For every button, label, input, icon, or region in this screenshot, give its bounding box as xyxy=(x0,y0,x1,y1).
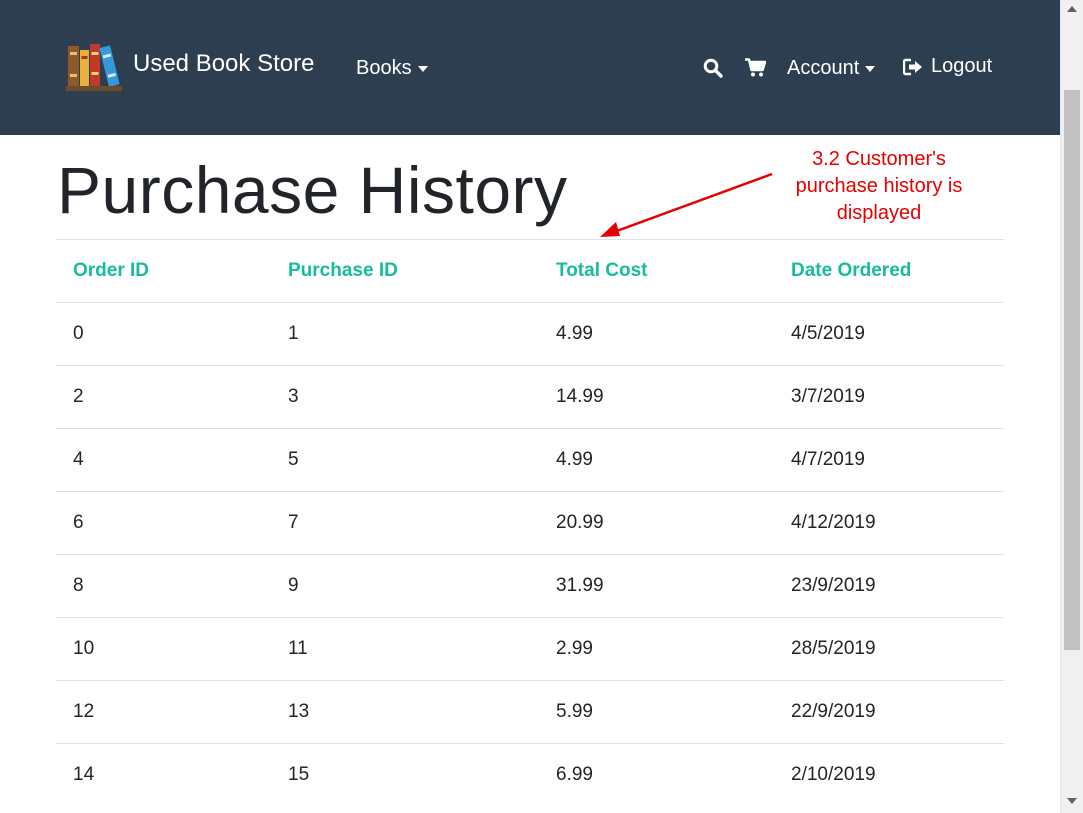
total-cost-cell: 14.99 xyxy=(539,365,774,429)
books-logo-icon xyxy=(66,44,122,91)
brand-link[interactable]: Used Book Store xyxy=(66,40,314,92)
purchase-id-cell: 7 xyxy=(271,491,539,555)
table-row: 4 5 4.99 4/7/2019 xyxy=(56,428,1004,492)
table-row: 14 15 6.99 2/10/2019 xyxy=(56,743,1004,806)
total-cost-cell: 5.99 xyxy=(539,680,774,744)
column-header-order-id[interactable]: Order ID xyxy=(56,239,271,303)
table-row: 0 1 4.99 4/5/2019 xyxy=(56,302,1004,366)
scroll-up-arrow-icon[interactable] xyxy=(1067,6,1077,12)
logout-link[interactable]: Logout xyxy=(903,55,992,78)
date-ordered-cell: 22/9/2019 xyxy=(774,680,1004,744)
logout-icon xyxy=(903,58,922,75)
total-cost-cell: 4.99 xyxy=(539,302,774,366)
navbar: Used Book Store Books Account Logout xyxy=(0,0,1060,135)
total-cost-cell: 20.99 xyxy=(539,491,774,555)
column-header-total-cost[interactable]: Total Cost xyxy=(539,239,774,303)
table-row: 12 13 5.99 22/9/2019 xyxy=(56,680,1004,744)
table-row: 2 3 14.99 3/7/2019 xyxy=(56,365,1004,429)
cart-button[interactable] xyxy=(745,58,766,77)
purchase-id-cell: 11 xyxy=(271,617,539,681)
order-id-cell: 10 xyxy=(56,617,271,681)
purchase-history-table: Order ID Purchase ID Total Cost Date Ord… xyxy=(56,239,1004,806)
order-id-cell: 6 xyxy=(56,491,271,555)
table-row: 6 7 20.99 4/12/2019 xyxy=(56,491,1004,555)
search-icon xyxy=(703,58,723,78)
account-dropdown-label: Account xyxy=(787,57,860,79)
chevron-down-icon xyxy=(865,65,876,72)
annotation-note: 3.2 Customer's purchase history is displ… xyxy=(795,148,963,224)
date-ordered-cell: 3/7/2019 xyxy=(774,365,1004,429)
logout-label: Logout xyxy=(931,55,993,77)
scroll-down-arrow-icon[interactable] xyxy=(1067,798,1077,804)
brand-name: Used Book Store xyxy=(133,50,315,77)
purchase-id-cell: 3 xyxy=(271,365,539,429)
column-header-date-ordered[interactable]: Date Ordered xyxy=(774,239,1004,303)
table-row: 8 9 31.99 23/9/2019 xyxy=(56,554,1004,618)
purchase-id-cell: 13 xyxy=(271,680,539,744)
date-ordered-cell: 23/9/2019 xyxy=(774,554,1004,618)
page-title: Purchase History xyxy=(57,153,568,227)
date-ordered-cell: 4/12/2019 xyxy=(774,491,1004,555)
total-cost-cell: 6.99 xyxy=(539,743,774,806)
search-button[interactable] xyxy=(703,58,723,78)
books-dropdown[interactable]: Books xyxy=(356,57,428,80)
order-id-cell: 0 xyxy=(56,302,271,366)
date-ordered-cell: 4/7/2019 xyxy=(774,428,1004,492)
chevron-down-icon xyxy=(417,65,428,72)
books-dropdown-label: Books xyxy=(356,57,412,79)
scrollbar-thumb[interactable] xyxy=(1064,90,1080,650)
vertical-scrollbar[interactable] xyxy=(1060,0,1083,813)
order-id-cell: 12 xyxy=(56,680,271,744)
purchase-id-cell: 5 xyxy=(271,428,539,492)
annotation-arrow xyxy=(600,172,773,237)
date-ordered-cell: 2/10/2019 xyxy=(774,743,1004,806)
browser-viewport: Used Book Store Books Account Logout Pur… xyxy=(0,0,1060,813)
total-cost-cell: 2.99 xyxy=(539,617,774,681)
purchase-id-cell: 15 xyxy=(271,743,539,806)
table-row: 10 11 2.99 28/5/2019 xyxy=(56,617,1004,681)
total-cost-cell: 4.99 xyxy=(539,428,774,492)
total-cost-cell: 31.99 xyxy=(539,554,774,618)
order-id-cell: 8 xyxy=(56,554,271,618)
order-id-cell: 2 xyxy=(56,365,271,429)
cart-icon xyxy=(745,58,766,77)
purchase-id-cell: 9 xyxy=(271,554,539,618)
purchase-id-cell: 1 xyxy=(271,302,539,366)
date-ordered-cell: 4/5/2019 xyxy=(774,302,1004,366)
order-id-cell: 4 xyxy=(56,428,271,492)
account-dropdown[interactable]: Account xyxy=(787,57,876,80)
order-id-cell: 14 xyxy=(56,743,271,806)
column-header-purchase-id[interactable]: Purchase ID xyxy=(271,239,539,303)
date-ordered-cell: 28/5/2019 xyxy=(774,617,1004,681)
table-header-row: Order ID Purchase ID Total Cost Date Ord… xyxy=(56,239,1004,303)
